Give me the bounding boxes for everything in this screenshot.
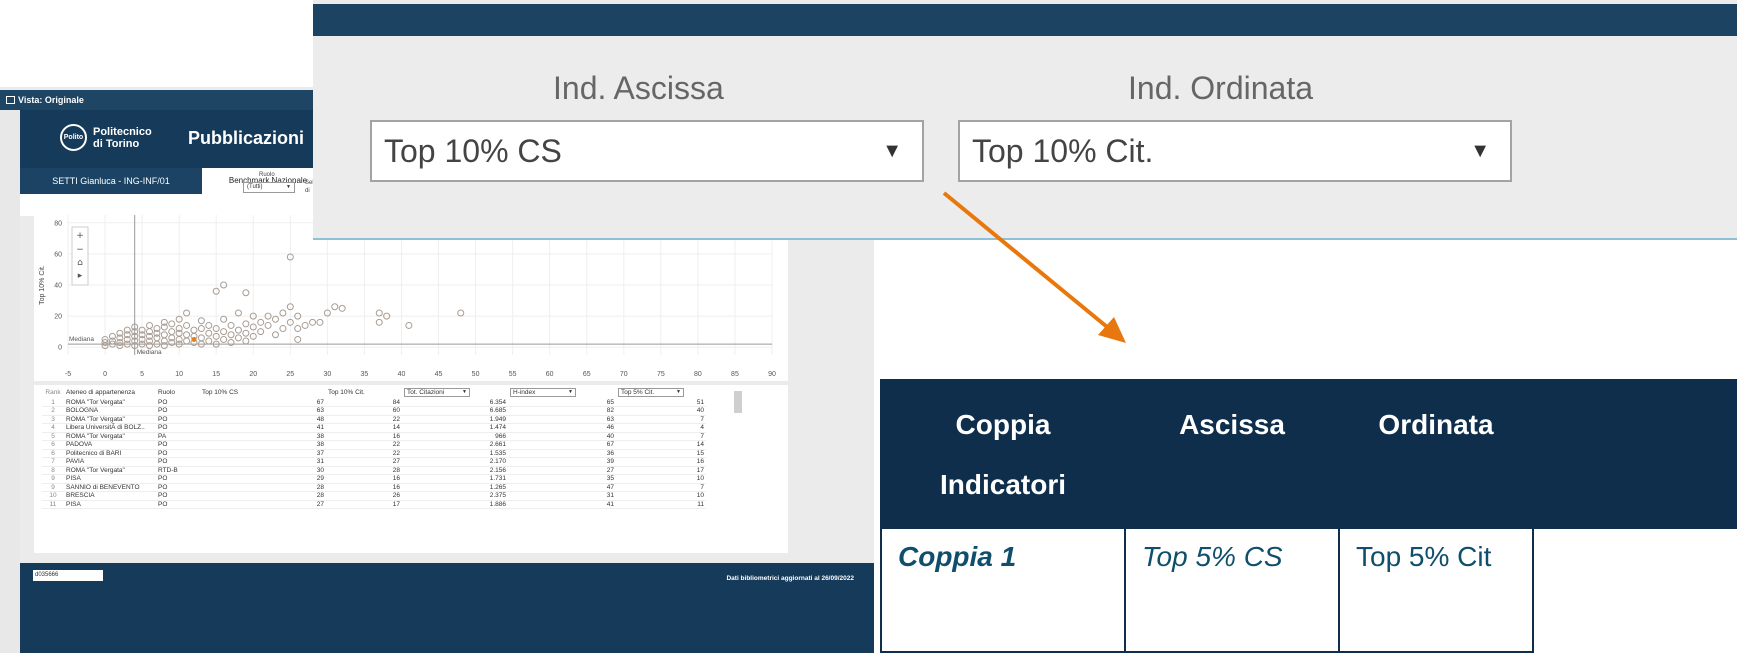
header-ascissa: Ascissa bbox=[1179, 409, 1285, 440]
header-coppia-indicatori: Coppia Indicatori bbox=[880, 379, 1126, 529]
indicator-pair-table: Coppia Indicatori Ascissa Ordinata Coppi… bbox=[880, 379, 1737, 653]
header-ordinata: Ordinata bbox=[1378, 409, 1494, 440]
pair-ordinata: Top 5% Cit bbox=[1338, 529, 1534, 653]
pair-table-header: Coppia Indicatori Ascissa Ordinata bbox=[880, 379, 1737, 529]
pair-ascissa: Top 5% CS bbox=[1124, 529, 1340, 653]
arrow-shaft bbox=[942, 191, 1114, 333]
header-coppia: Coppia bbox=[955, 409, 1051, 440]
pair-row: Coppia 1 Top 5% CS Top 5% Cit bbox=[880, 529, 1737, 653]
pair-name: Coppia 1 bbox=[880, 529, 1126, 653]
header-indicatori: Indicatori bbox=[939, 469, 1066, 500]
